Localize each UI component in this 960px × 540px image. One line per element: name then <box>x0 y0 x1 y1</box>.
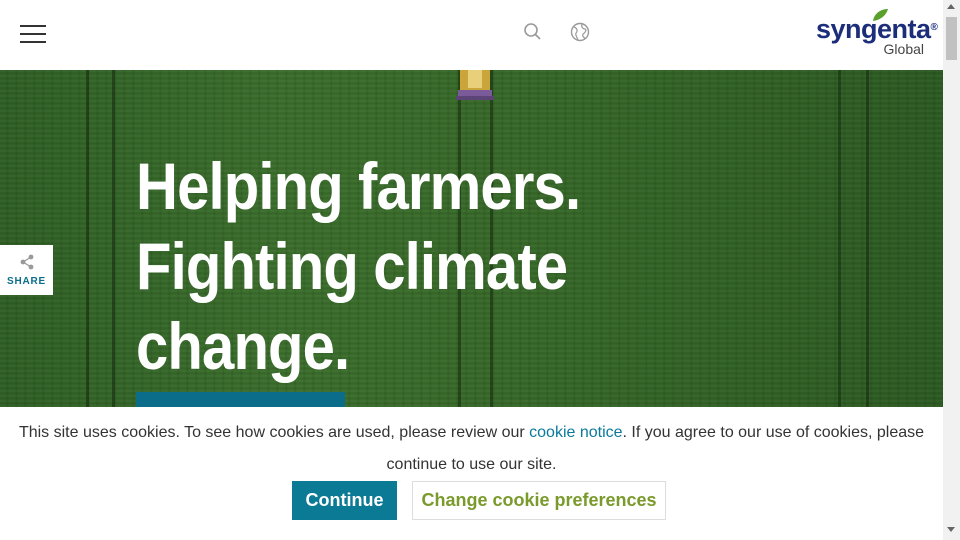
field-track <box>866 70 869 407</box>
field-track <box>112 70 115 407</box>
cookie-text-part: This site uses cookies. To see how cooki… <box>18 424 530 441</box>
cookie-notice-link[interactable]: cookie notice <box>529 424 622 441</box>
scroll-up-arrow-icon[interactable] <box>947 4 955 9</box>
hero-heading: Helping farmers. Fighting climate change… <box>136 146 629 386</box>
share-button[interactable]: SHARE <box>0 245 53 295</box>
scrollbar-thumb[interactable] <box>946 17 957 60</box>
tractor-image <box>456 70 494 100</box>
hamburger-menu-icon[interactable] <box>20 25 46 43</box>
share-label: SHARE <box>6 276 46 287</box>
share-icon <box>20 254 34 270</box>
scroll-down-arrow-icon[interactable] <box>947 527 955 532</box>
hero-heading-line: change. <box>136 309 350 383</box>
hero-banner: Helping farmers. Fighting climate change… <box>0 70 943 407</box>
field-track <box>838 70 841 407</box>
hero-heading-line: Fighting climate <box>136 229 568 303</box>
hero-cta-button[interactable] <box>136 392 345 407</box>
logo-subtitle: Global <box>883 41 924 57</box>
syngenta-logo[interactable]: syngenta® Global <box>816 8 938 60</box>
hero-heading-line: Helping farmers. <box>136 149 581 223</box>
cookie-message: This site uses cookies. To see how cooki… <box>10 417 933 481</box>
globe-icon[interactable] <box>570 22 590 42</box>
vertical-scrollbar[interactable] <box>943 0 960 540</box>
continue-button[interactable]: Continue <box>292 481 397 520</box>
search-icon[interactable] <box>523 22 543 42</box>
site-header: syngenta® Global <box>0 0 943 70</box>
cookie-banner: This site uses cookies. To see how cooki… <box>0 407 943 540</box>
field-track <box>86 70 89 407</box>
change-cookie-preferences-button[interactable]: Change cookie preferences <box>412 481 666 520</box>
